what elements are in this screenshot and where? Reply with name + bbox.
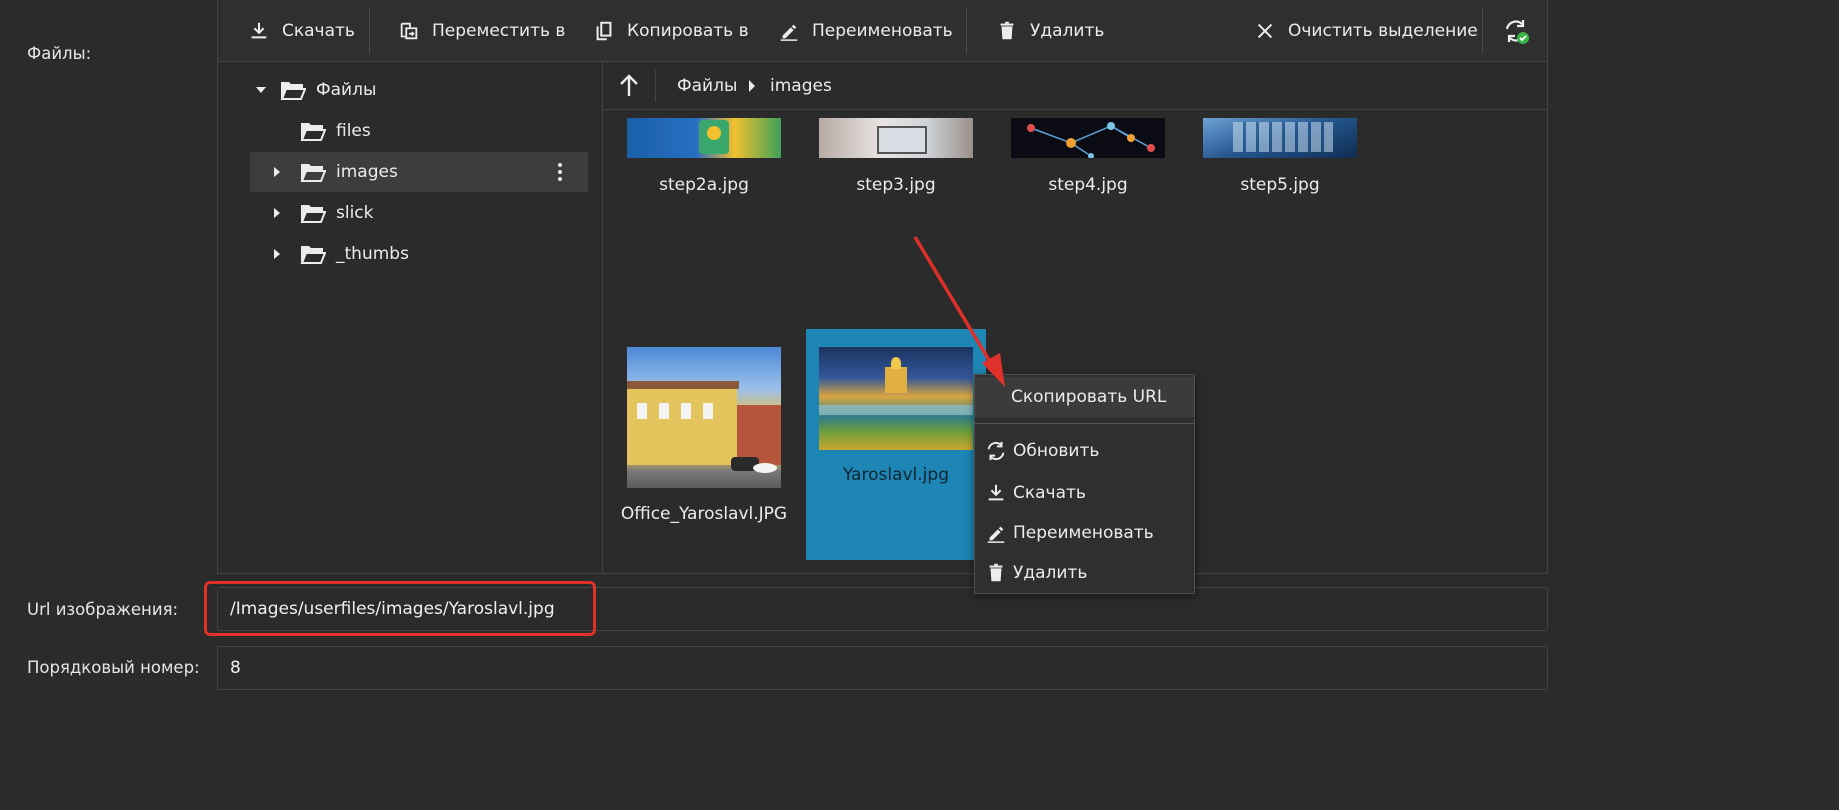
trash-icon (1000, 21, 1014, 40)
tree-item-thumbs[interactable]: _thumbs (250, 234, 588, 274)
toolbar-divider (1482, 8, 1483, 54)
file-thumbnail[interactable] (819, 118, 973, 158)
delete-button[interactable]: Удалить (996, 0, 1104, 62)
delete-button-label: Удалить (1030, 21, 1105, 41)
rename-button-label: Переименовать (812, 21, 953, 41)
tree-item-label: Файлы (316, 80, 377, 100)
tree-item-label: images (336, 162, 398, 182)
breadcrumb-item[interactable]: Файлы (677, 76, 737, 96)
file-name: step3.jpg (856, 175, 936, 195)
file-manager-toolbar: Скачать Переместить в Копировать в Переи… (217, 0, 1548, 62)
tree-item-files[interactable]: files (250, 111, 588, 151)
url-highlight-annotation (204, 581, 596, 636)
download-button[interactable]: Скачать (248, 0, 355, 62)
rename-icon (987, 526, 1005, 543)
toolbar-divider (966, 8, 967, 54)
tree-item-label: _thumbs (336, 244, 409, 264)
order-number-field[interactable]: 8 (217, 646, 1548, 690)
trash-icon (989, 563, 1003, 582)
more-options-icon[interactable] (550, 161, 570, 183)
download-icon (251, 22, 267, 39)
rename-icon (780, 24, 798, 41)
move-to-button-label: Переместить в (432, 21, 566, 41)
file-name: step4.jpg (1048, 175, 1128, 195)
file-name: Yaroslavl.jpg (843, 465, 949, 485)
refresh-status-button[interactable] (1502, 0, 1530, 62)
clear-selection-button-label: Очистить выделение (1288, 21, 1478, 41)
tree-item-images[interactable]: images (250, 152, 588, 192)
download-icon (988, 484, 1004, 501)
download-menu-item[interactable]: Скачать (975, 473, 1194, 513)
image-url-label: Url изображения: (27, 600, 179, 619)
rename-menu-item[interactable]: Переименовать (975, 513, 1194, 553)
refresh-icon (987, 441, 1005, 461)
menu-divider (975, 423, 1194, 424)
toolbar-divider (369, 8, 370, 54)
caret-down-icon[interactable] (250, 79, 272, 101)
tree-item-root[interactable]: Файлы (250, 70, 588, 110)
close-icon (1257, 23, 1273, 39)
refresh-ok-icon (1505, 20, 1529, 44)
breadcrumb-divider (655, 70, 656, 102)
folder-open-icon (300, 123, 326, 141)
caret-right-icon[interactable] (266, 243, 288, 265)
file-manager-panel: Файлы files images slick _thumbs Файлы i… (217, 62, 1548, 574)
caret-right-icon[interactable] (266, 161, 288, 183)
file-name: Office_Yaroslavl.JPG (620, 504, 788, 524)
move-to-icon (400, 22, 418, 40)
file-thumbnail[interactable] (1203, 118, 1357, 158)
move-to-button[interactable]: Переместить в (398, 0, 565, 62)
file-name: step2a.jpg (659, 175, 749, 195)
download-button-label: Скачать (282, 21, 355, 41)
arrow-up-icon[interactable] (615, 72, 643, 100)
tree-item-label: files (336, 121, 371, 141)
tree-item-slick[interactable]: slick (250, 193, 588, 233)
rename-button[interactable]: Переименовать (778, 0, 953, 62)
file-thumbnail[interactable] (627, 347, 781, 488)
folder-tree: Файлы files images slick _thumbs (218, 62, 603, 573)
folder-open-icon (300, 205, 326, 223)
file-thumbnail[interactable] (1011, 118, 1165, 158)
folder-open-icon (280, 82, 306, 100)
breadcrumb-chevron-icon (749, 80, 755, 92)
clear-selection-button[interactable]: Очистить выделение (1254, 0, 1478, 62)
file-thumbnail[interactable] (627, 118, 781, 158)
delete-menu-item[interactable]: Удалить (975, 553, 1194, 593)
caret-right-icon[interactable] (266, 202, 288, 224)
copy-to-icon (596, 21, 612, 41)
rename-label: Переименовать (1013, 523, 1154, 543)
folder-open-icon (300, 246, 326, 264)
delete-label: Удалить (1013, 563, 1088, 583)
breadcrumb-item[interactable]: images (770, 76, 832, 96)
breadcrumb: Файлы images (603, 62, 1547, 110)
annotation-arrow (913, 236, 1005, 387)
download-label: Скачать (1013, 483, 1086, 503)
copy-to-button[interactable]: Копировать в (593, 0, 749, 62)
copy-to-button-label: Копировать в (627, 21, 749, 41)
tree-item-label: slick (336, 203, 374, 223)
refresh-menu-item[interactable]: Обновить (975, 431, 1194, 471)
copy-url-label: Скопировать URL (1011, 387, 1167, 407)
order-number-label: Порядковый номер: (27, 658, 200, 677)
folder-open-icon (300, 164, 326, 182)
refresh-label: Обновить (1013, 441, 1100, 461)
context-menu: Скопировать URL Обновить Скачать Переиме… (974, 374, 1195, 594)
file-name: step5.jpg (1240, 175, 1320, 195)
files-label: Файлы: (27, 44, 92, 63)
